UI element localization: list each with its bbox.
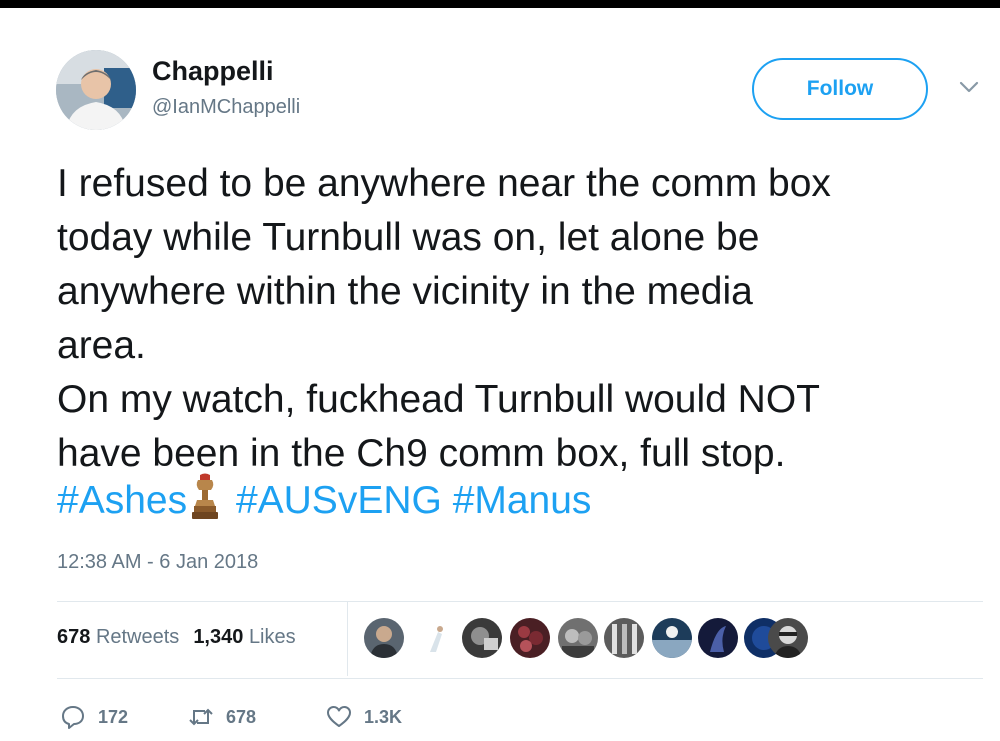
- liker-avatar-1[interactable]: [364, 618, 404, 658]
- tweet-timestamp[interactable]: 12:38 AM - 6 Jan 2018: [57, 551, 258, 574]
- liker-avatar-8[interactable]: [698, 618, 738, 658]
- reply-count: 172: [98, 706, 129, 727]
- retweet-button[interactable]: 678: [188, 700, 256, 734]
- retweet-icon: [189, 708, 213, 726]
- retweets-count: 678: [57, 626, 91, 648]
- liker-avatar-2[interactable]: [416, 618, 456, 658]
- liker-avatar-4[interactable]: [510, 618, 550, 658]
- chevron-down-icon[interactable]: [958, 80, 980, 94]
- ashes-urn-icon: [191, 473, 219, 521]
- liker-avatar-5[interactable]: [558, 618, 598, 658]
- display-name[interactable]: Chappelli: [152, 56, 274, 87]
- divider-top: [57, 601, 983, 602]
- hashtag-manus[interactable]: #Manus: [453, 479, 592, 522]
- divider-bottom: [57, 678, 983, 679]
- retweets-label: Retweets: [95, 626, 180, 648]
- user-avatar[interactable]: [56, 50, 136, 130]
- retweet-count: 678: [226, 706, 257, 727]
- hashtag-ausveng[interactable]: #AUSvENG: [236, 479, 442, 522]
- top-bar: [0, 0, 1000, 8]
- liker-avatar-10[interactable]: [768, 618, 808, 658]
- retweets-stat[interactable]: 678 Retweets: [57, 626, 179, 648]
- profile-photo: [56, 50, 136, 130]
- tweet-stats: 678 Retweets 1,340 Likes: [57, 626, 296, 649]
- hashtag-ashes[interactable]: #Ashes: [57, 479, 187, 522]
- likes-stat[interactable]: 1,340 Likes: [193, 626, 295, 648]
- reply-icon: [62, 706, 84, 729]
- follow-button[interactable]: Follow: [752, 58, 928, 120]
- liker-avatar-6[interactable]: [604, 618, 644, 658]
- liker-avatar-7[interactable]: [652, 618, 692, 658]
- heart-icon: [327, 706, 351, 727]
- stats-separator: [347, 602, 348, 676]
- likes-label: Likes: [248, 626, 296, 648]
- like-button[interactable]: 1.3K: [326, 700, 402, 734]
- user-handle[interactable]: @IanMChappelli: [152, 96, 300, 119]
- like-count: 1.3K: [364, 706, 403, 727]
- reply-button[interactable]: 172: [60, 700, 128, 734]
- likes-count: 1,340: [193, 626, 244, 648]
- liker-avatar-3[interactable]: [462, 618, 502, 658]
- tweet-text: I refused to be anywhere near the comm b…: [57, 162, 831, 475]
- tweet-hashtags: #Ashes #AUSvENG #Manus: [57, 473, 591, 528]
